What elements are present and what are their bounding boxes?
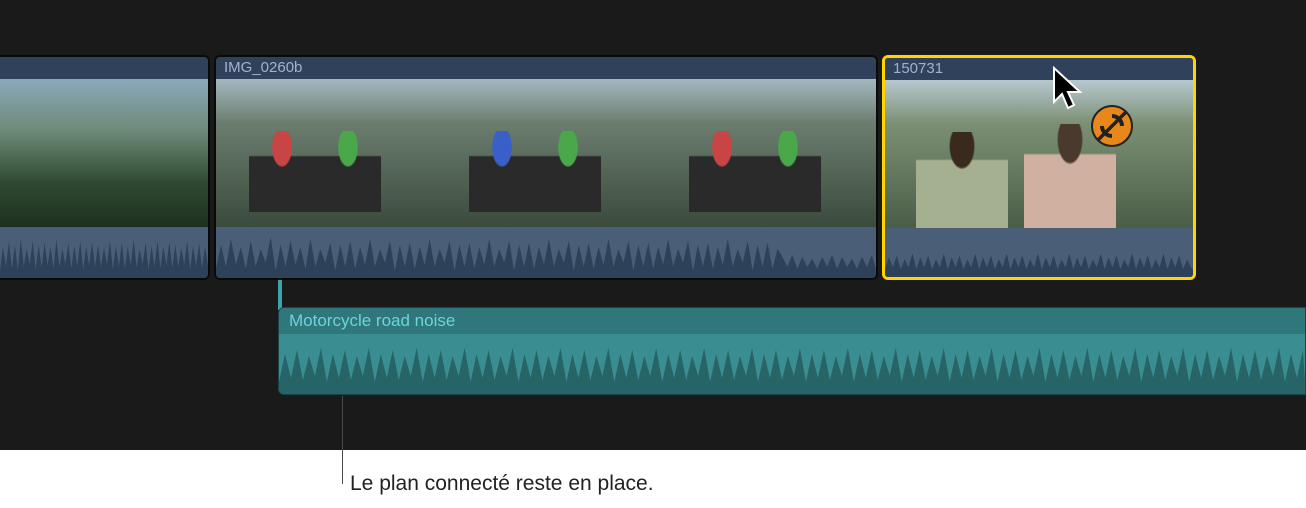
audio-clip-title: Motorcycle road noise <box>279 308 1305 334</box>
clip-audio-lane <box>885 228 1193 280</box>
clip-title <box>0 57 208 79</box>
video-clip-selected[interactable]: 150731 <box>882 55 1196 280</box>
connected-audio-clip[interactable]: Motorcycle road noise <box>278 307 1306 395</box>
timeline-area: IMG_0260b 150731 <box>0 0 1306 450</box>
clip-filmstrip <box>885 80 1193 228</box>
clip-filmstrip <box>0 79 208 227</box>
callout-leader-line <box>342 396 343 484</box>
audio-clip-waveform <box>279 334 1305 395</box>
clip-connector <box>278 280 282 310</box>
video-clip[interactable] <box>0 55 210 280</box>
callout-text: Le plan connecté reste en place. <box>350 472 654 496</box>
clip-title: IMG_0260b <box>216 57 876 79</box>
clip-audio-lane <box>0 227 208 280</box>
primary-storyline[interactable]: IMG_0260b 150731 <box>0 55 1306 280</box>
video-clip[interactable]: IMG_0260b <box>214 55 878 280</box>
clip-filmstrip <box>216 79 876 227</box>
clip-audio-lane <box>216 227 876 280</box>
clip-title: 150731 <box>885 58 1193 80</box>
